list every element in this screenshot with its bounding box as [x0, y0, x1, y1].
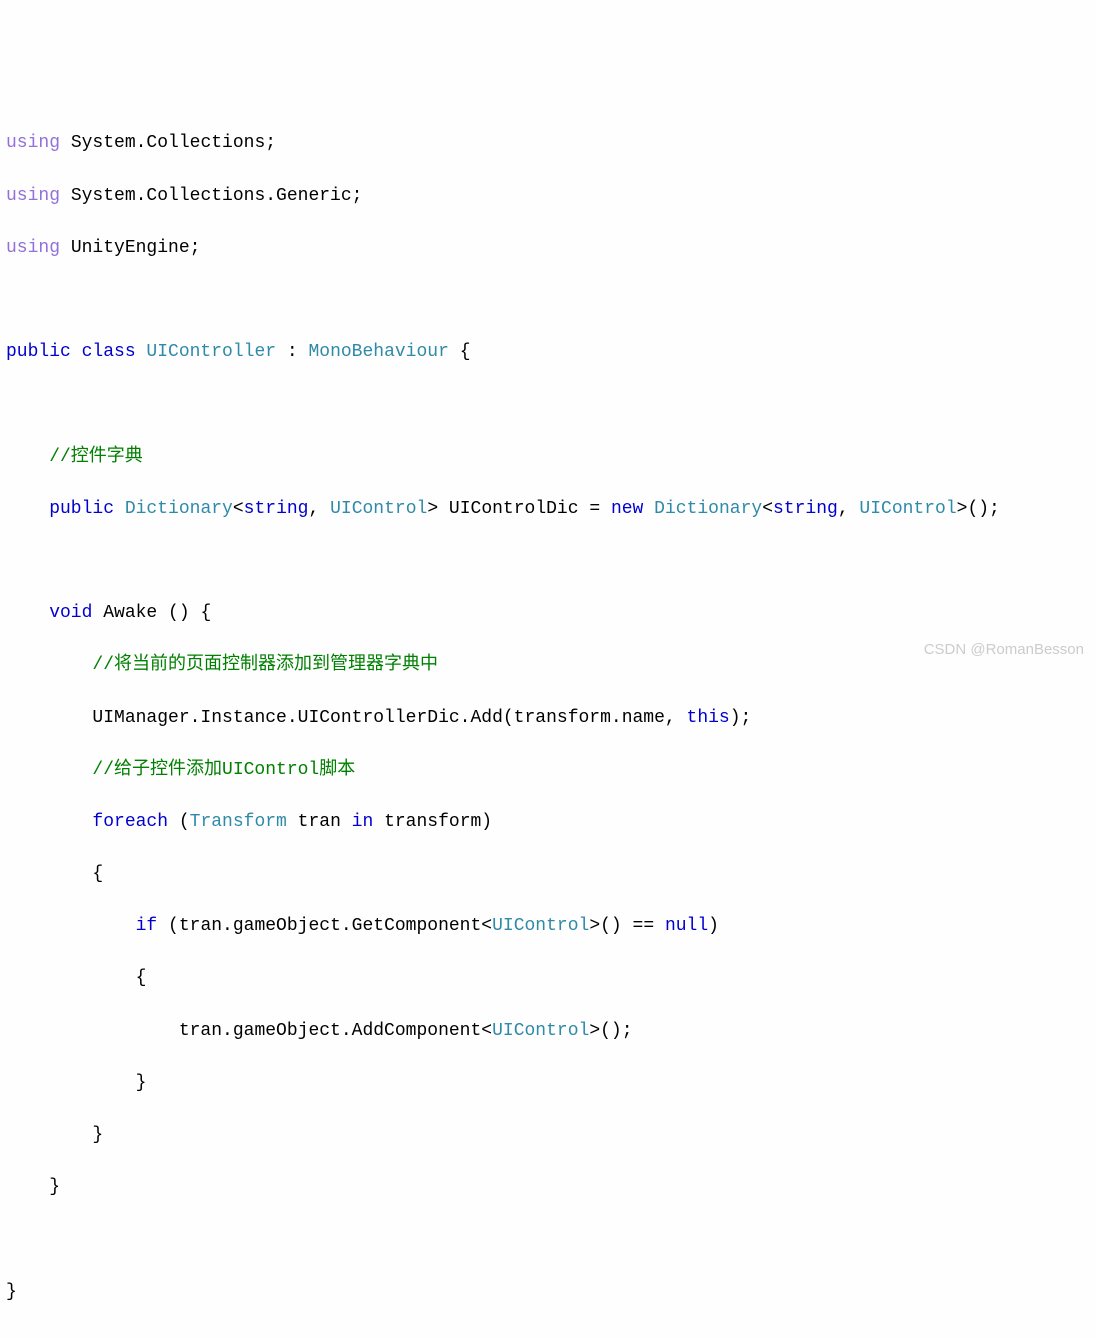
code-line: {: [6, 861, 1096, 887]
type: Transform: [190, 812, 287, 832]
base-type: MonoBehaviour: [308, 342, 448, 362]
code-line: tran.gameObject.AddComponent<UIControl>(…: [6, 1018, 1096, 1044]
keyword-using: using: [6, 133, 60, 153]
code-line: [6, 548, 1096, 574]
namespace: System.Collections;: [60, 133, 276, 153]
code-editor: using System.Collections; using System.C…: [0, 104, 1096, 1330]
brace: {: [6, 864, 103, 884]
code-line: if (tran.gameObject.GetComponent<UIContr…: [6, 913, 1096, 939]
code-line: foreach (Transform tran in transform): [6, 809, 1096, 835]
keyword-this: this: [687, 708, 730, 728]
keyword-public: public: [6, 342, 71, 362]
code-line: using System.Collections.Generic;: [6, 183, 1096, 209]
method-name: Awake () {: [92, 603, 211, 623]
type-name: UIController: [136, 342, 276, 362]
comment: //控件字典: [6, 447, 143, 467]
keyword-null: null: [665, 916, 708, 936]
brace: }: [6, 1073, 146, 1093]
keyword-string: string: [773, 499, 838, 519]
code-line: }: [6, 1279, 1096, 1305]
brace: {: [6, 968, 146, 988]
code-line: [6, 1226, 1096, 1252]
namespace: UnityEngine;: [60, 238, 200, 258]
comment: //给子控件添加UIControl脚本: [6, 760, 355, 780]
code-line: using UnityEngine;: [6, 235, 1096, 261]
type: Dictionary: [114, 499, 233, 519]
code-line: UIManager.Instance.UIControllerDic.Add(t…: [6, 705, 1096, 731]
keyword-void: void: [6, 603, 92, 623]
type: UIControl: [859, 499, 956, 519]
code-line: using System.Collections;: [6, 130, 1096, 156]
code-line: public Dictionary<string, UIControl> UIC…: [6, 496, 1096, 522]
code-line: }: [6, 1070, 1096, 1096]
code-line: }: [6, 1174, 1096, 1200]
keyword-using: using: [6, 238, 60, 258]
code-line: //给子控件添加UIControl脚本: [6, 757, 1096, 783]
namespace: System.Collections.Generic;: [60, 186, 362, 206]
comment: //将当前的页面控制器添加到管理器字典中: [6, 655, 438, 675]
keyword-if: if: [6, 916, 157, 936]
keyword-using: using: [6, 186, 60, 206]
type: Dictionary: [643, 499, 762, 519]
separator: :: [276, 342, 308, 362]
brace: {: [449, 342, 471, 362]
code-line: [6, 391, 1096, 417]
keyword-string: string: [244, 499, 309, 519]
brace: }: [6, 1125, 103, 1145]
keyword-foreach: foreach: [6, 812, 168, 832]
keyword-new: new: [611, 499, 643, 519]
code-line: }: [6, 1122, 1096, 1148]
keyword-in: in: [352, 812, 374, 832]
type: UIControl: [330, 499, 427, 519]
brace: }: [6, 1177, 60, 1197]
code-line: public class UIController : MonoBehaviou…: [6, 339, 1096, 365]
keyword-class: class: [71, 342, 136, 362]
keyword-public: public: [6, 499, 114, 519]
watermark: CSDN @RomanBesson: [924, 639, 1084, 661]
code-line: void Awake () {: [6, 600, 1096, 626]
brace: }: [6, 1282, 17, 1302]
code-line: [6, 287, 1096, 313]
type: UIControl: [492, 916, 589, 936]
type: UIControl: [492, 1021, 589, 1041]
code-line: {: [6, 965, 1096, 991]
code-line: //控件字典: [6, 444, 1096, 470]
